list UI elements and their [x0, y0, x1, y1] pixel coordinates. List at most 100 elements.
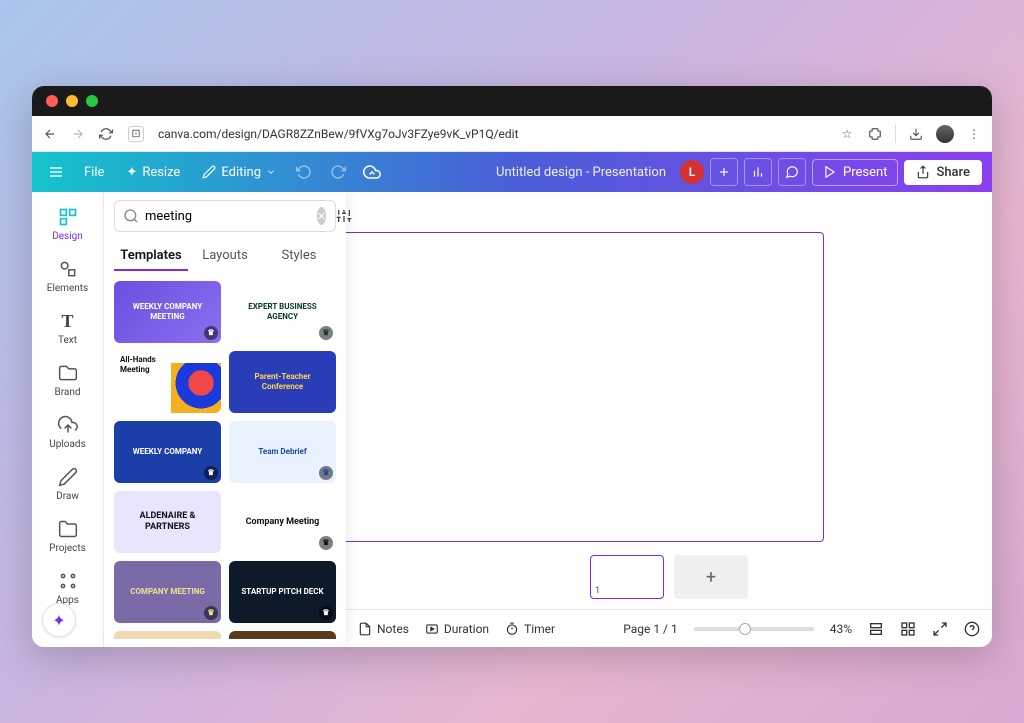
template-card[interactable]: WEEKLY COMPANY MEETING♛ — [114, 281, 221, 343]
forward-button[interactable] — [70, 126, 86, 142]
rail-draw[interactable]: Draw — [32, 458, 103, 510]
canvas-area: 1 + Notes Duration Timer Page 1 / 1 43% — [346, 192, 992, 647]
template-card[interactable]: STARTUP PITCH DECK♛ — [229, 561, 336, 623]
text-icon: T — [57, 310, 79, 332]
template-card[interactable]: All-HandsMeeting — [114, 351, 221, 413]
downloads-icon[interactable] — [908, 126, 924, 142]
template-card[interactable]: COMPANY MEETING♛ — [114, 561, 221, 623]
add-user-button[interactable] — [710, 158, 738, 186]
magic-button[interactable]: ✦ — [42, 603, 76, 637]
side-panel: ✕ Templates Layouts Styles WEEKLY COMPAN… — [104, 192, 346, 647]
crown-badge-icon: ♛ — [319, 606, 333, 620]
notes-button[interactable]: Notes — [358, 622, 409, 636]
filmstrip-page-number: 1 — [595, 586, 600, 596]
app-toolbar: File ✦ Resize Editing Untitled design - P… — [32, 152, 992, 192]
rail-projects[interactable]: Projects — [32, 510, 103, 562]
clear-search-icon[interactable]: ✕ — [317, 207, 326, 225]
app-body: Design Elements TText Brand Uploads Draw… — [32, 192, 992, 647]
page-indicator: Page 1 / 1 — [623, 622, 678, 636]
templates-grid: WEEKLY COMPANY MEETING♛EXPERT BUSINESS A… — [114, 281, 336, 639]
duration-button[interactable]: Duration — [425, 622, 489, 636]
help-icon[interactable] — [964, 621, 980, 637]
rail-brand[interactable]: Brand — [32, 354, 103, 406]
redo-button[interactable] — [324, 158, 352, 186]
document-title[interactable]: Untitled design - Presentation — [496, 165, 666, 180]
zoom-level: 43% — [830, 622, 852, 636]
folder-icon — [57, 518, 79, 540]
browser-menu-icon[interactable]: ⋮ — [966, 126, 982, 142]
bookmark-star-icon[interactable]: ☆ — [839, 126, 855, 142]
browser-window: ⊡ canva.com/design/DAGR8ZZnBew/9fVXg7oJv… — [32, 86, 992, 647]
editing-label: Editing — [221, 165, 261, 180]
present-button[interactable]: Present — [812, 159, 898, 186]
bottom-bar: Notes Duration Timer Page 1 / 1 43% — [346, 609, 992, 647]
filmstrip: 1 + — [346, 545, 992, 609]
template-card[interactable]: EXPERT BUSINESS AGENCY♛ — [229, 281, 336, 343]
comment-button[interactable] — [778, 158, 806, 186]
tab-layouts[interactable]: Layouts — [188, 242, 262, 271]
pencil-icon — [57, 466, 79, 488]
analytics-button[interactable] — [744, 158, 772, 186]
slide-canvas[interactable] — [346, 232, 824, 542]
user-avatar-badge[interactable]: L — [680, 160, 704, 184]
timer-button[interactable]: Timer — [505, 622, 555, 636]
tab-styles[interactable]: Styles — [262, 242, 336, 271]
window-titlebar — [32, 86, 992, 116]
panel-tabs: Templates Layouts Styles — [114, 242, 336, 271]
view-scroll-icon[interactable] — [868, 621, 884, 637]
template-card[interactable]: Team Debrief♛ — [229, 421, 336, 483]
rail-design[interactable]: Design — [32, 198, 103, 250]
rail-uploads[interactable]: Uploads — [32, 406, 103, 458]
maximize-window-button[interactable] — [86, 95, 98, 107]
editing-mode-button[interactable]: Editing — [194, 161, 284, 184]
crown-badge-icon: ♛ — [319, 466, 333, 480]
search-box: ✕ — [114, 200, 336, 232]
template-card[interactable]: Parent-Teacher Conference — [229, 351, 336, 413]
url-text[interactable]: canva.com/design/DAGR8ZZnBew/9fVXg7oJv3F… — [158, 127, 825, 141]
crown-badge-icon: ♛ — [319, 536, 333, 550]
elements-icon — [57, 258, 79, 280]
fullscreen-icon[interactable] — [932, 621, 948, 637]
rail-elements[interactable]: Elements — [32, 250, 103, 302]
grid-icon — [57, 570, 79, 592]
filmstrip-page-1[interactable]: 1 — [590, 555, 664, 599]
hamburger-menu-icon[interactable] — [42, 158, 70, 186]
rail-text[interactable]: TText — [32, 302, 103, 354]
resize-button[interactable]: ✦ Resize — [118, 161, 188, 184]
reload-button[interactable] — [98, 126, 114, 142]
close-window-button[interactable] — [46, 95, 58, 107]
site-info-icon[interactable]: ⊡ — [128, 126, 144, 142]
minimize-window-button[interactable] — [66, 95, 78, 107]
file-menu-button[interactable]: File — [76, 161, 112, 184]
undo-button[interactable] — [290, 158, 318, 186]
template-card[interactable]: WEEKLY COMPANY♛ — [114, 421, 221, 483]
filter-icon[interactable] — [336, 208, 352, 224]
add-page-button[interactable]: + — [674, 555, 748, 599]
template-card[interactable] — [114, 631, 221, 639]
browser-url-bar: ⊡ canva.com/design/DAGR8ZZnBew/9fVXg7oJv… — [32, 116, 992, 152]
search-icon — [123, 208, 139, 224]
crown-badge-icon: ♛ — [204, 326, 218, 340]
cloud-sync-icon[interactable] — [358, 158, 386, 186]
zoom-slider-handle[interactable] — [739, 623, 751, 635]
template-card[interactable]: ALDENAIRE & PARTNERS — [114, 491, 221, 553]
canvas-viewport[interactable] — [346, 192, 992, 545]
zoom-slider[interactable] — [694, 627, 814, 631]
file-label: File — [84, 165, 104, 180]
template-card[interactable]: Company Meeting♛ — [229, 491, 336, 553]
templates-icon — [57, 206, 79, 228]
left-rail: Design Elements TText Brand Uploads Draw… — [32, 192, 104, 647]
view-grid-icon[interactable] — [900, 621, 916, 637]
resize-label: Resize — [142, 165, 180, 180]
template-card[interactable]: PARENT-TEACHER — [229, 631, 336, 639]
crown-badge-icon: ♛ — [319, 326, 333, 340]
brand-icon — [57, 362, 79, 384]
search-input[interactable] — [145, 209, 311, 224]
resize-icon: ✦ — [126, 165, 137, 180]
extensions-icon[interactable] — [867, 126, 883, 142]
profile-avatar[interactable] — [936, 125, 954, 143]
back-button[interactable] — [42, 126, 58, 142]
share-button[interactable]: Share — [904, 160, 982, 185]
tab-templates[interactable]: Templates — [114, 242, 188, 271]
cloud-upload-icon — [57, 414, 79, 436]
